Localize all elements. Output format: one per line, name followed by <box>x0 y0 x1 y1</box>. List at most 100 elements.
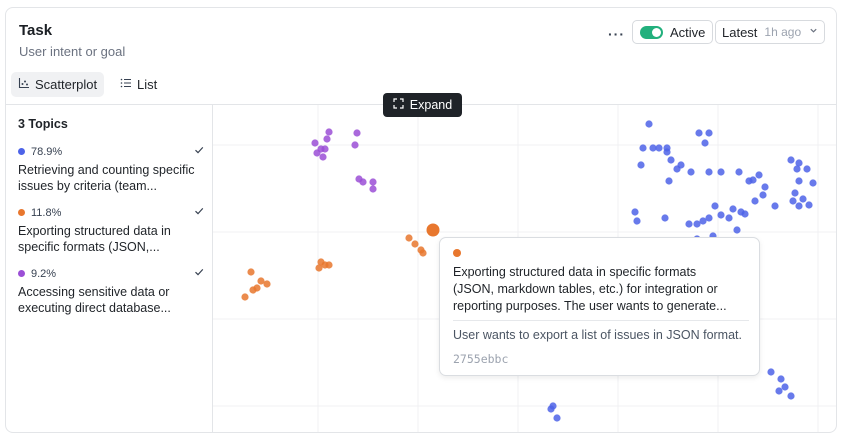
scatter-point[interactable] <box>767 368 775 376</box>
scatter-point[interactable] <box>547 405 555 413</box>
tab-scatterplot[interactable]: Scatterplot <box>11 72 105 97</box>
scatter-point[interactable] <box>803 165 811 173</box>
check-icon <box>194 267 204 280</box>
scatter-point[interactable] <box>325 261 333 269</box>
scatter-point[interactable] <box>631 208 639 216</box>
card-title: Task <box>19 22 53 39</box>
scatter-point[interactable] <box>805 201 813 209</box>
scatter-point[interactable] <box>677 161 685 169</box>
scatter-point[interactable] <box>789 197 797 205</box>
scatter-point[interactable] <box>809 179 817 187</box>
scatter-point[interactable] <box>411 240 419 248</box>
scatter-point[interactable] <box>639 144 647 152</box>
scatter-point[interactable] <box>241 293 249 301</box>
topic-percentage: 11.8% <box>31 206 62 219</box>
expand-button[interactable]: Expand <box>383 93 462 117</box>
scatter-point[interactable] <box>787 392 795 400</box>
topic-description-line: specific formats (JSON,... <box>18 240 160 254</box>
scatter-point[interactable] <box>369 185 377 193</box>
topic-description-line: executing direct database... <box>18 301 171 315</box>
scatter-point[interactable] <box>695 129 703 137</box>
scatter-point[interactable] <box>775 387 783 395</box>
card-subtitle: User intent or goal <box>19 44 126 59</box>
scatter-point[interactable] <box>323 135 331 143</box>
scatter-point[interactable] <box>735 168 743 176</box>
active-toggle-button[interactable]: Active <box>632 20 714 44</box>
topic-color-dot <box>18 148 25 155</box>
scatter-icon <box>18 77 30 92</box>
scatter-point[interactable] <box>717 168 725 176</box>
tab-list[interactable]: List <box>113 72 164 97</box>
scatter-point[interactable] <box>359 178 367 186</box>
topic-item[interactable]: 11.8% Exporting structured data in speci… <box>18 206 204 255</box>
scatter-point[interactable] <box>313 149 321 157</box>
scatter-point[interactable] <box>759 191 767 199</box>
scatter-point[interactable] <box>353 129 361 137</box>
scatter-point[interactable] <box>741 210 749 218</box>
scatter-point[interactable] <box>795 202 803 210</box>
scatter-point[interactable] <box>633 217 641 225</box>
scatter-point[interactable] <box>369 178 377 186</box>
scatter-point[interactable] <box>405 234 413 242</box>
tooltip-id: 2755ebbc <box>453 352 509 366</box>
scatter-point[interactable] <box>793 165 801 173</box>
scatter-point[interactable] <box>667 156 675 164</box>
topic-description-line: Accessing sensitive data or <box>18 285 170 299</box>
version-select[interactable]: Latest 1h ago <box>715 20 825 44</box>
highlighted-scatter-point[interactable] <box>426 223 440 237</box>
scatter-point[interactable] <box>685 220 693 228</box>
scatter-point[interactable] <box>705 168 713 176</box>
scatter-point[interactable] <box>717 211 725 219</box>
scatter-point[interactable] <box>733 226 741 234</box>
scatter-point[interactable] <box>705 129 713 137</box>
scatter-point[interactable] <box>777 375 785 383</box>
list-icon <box>120 77 132 92</box>
scatter-point[interactable] <box>761 183 769 191</box>
topic-percentage: 78.9% <box>31 145 63 158</box>
scatter-point[interactable] <box>249 286 257 294</box>
scatter-point[interactable] <box>661 214 669 222</box>
scatter-point[interactable] <box>247 268 255 276</box>
scatter-point[interactable] <box>791 189 799 197</box>
scatter-point[interactable] <box>645 120 653 128</box>
scatter-point[interactable] <box>799 195 807 203</box>
scatter-point[interactable] <box>755 171 763 179</box>
scatter-point[interactable] <box>321 145 329 153</box>
scatter-point[interactable] <box>729 205 737 213</box>
scatter-point[interactable] <box>419 249 427 257</box>
scatter-point[interactable] <box>325 128 333 136</box>
scatter-point[interactable] <box>637 161 645 169</box>
scatter-point[interactable] <box>351 141 359 149</box>
scatter-point[interactable] <box>725 214 733 222</box>
scatter-point[interactable] <box>263 280 271 288</box>
scatter-point[interactable] <box>745 177 753 185</box>
tooltip-color-dot <box>453 249 461 257</box>
scatter-point[interactable] <box>663 148 671 156</box>
topic-description-line: Retrieving and counting specific <box>18 163 195 177</box>
scatter-point[interactable] <box>711 202 719 210</box>
scatter-point[interactable] <box>701 139 709 147</box>
scatter-point[interactable] <box>655 144 663 152</box>
scatter-point[interactable] <box>553 414 561 422</box>
latest-time: 1h ago <box>764 25 802 39</box>
scatter-point[interactable] <box>795 177 803 185</box>
scatter-point[interactable] <box>781 383 789 391</box>
scatter-point[interactable] <box>319 153 327 161</box>
scatter-point[interactable] <box>751 197 759 205</box>
topic-color-dot <box>18 270 25 277</box>
scatter-point[interactable] <box>687 168 695 176</box>
scatter-point[interactable] <box>771 202 779 210</box>
topic-item[interactable]: 78.9% Retrieving and counting specific i… <box>18 145 204 194</box>
tooltip-description-line: Exporting structured data in specific fo… <box>453 265 697 279</box>
topics-sidebar: 3 Topics 78.9% Retrieving and counting s… <box>6 104 213 432</box>
topics-count-title: 3 Topics <box>18 117 68 131</box>
more-options-button[interactable]: ··· <box>608 26 625 42</box>
topic-color-dot <box>18 209 25 216</box>
check-icon <box>194 145 204 158</box>
scatter-point[interactable] <box>311 139 319 147</box>
scatter-point[interactable] <box>787 156 795 164</box>
scatter-point[interactable] <box>693 220 701 228</box>
toggle-switch-icon[interactable] <box>640 25 663 39</box>
scatter-point[interactable] <box>665 177 673 185</box>
topic-item[interactable]: 9.2% Accessing sensitive data or executi… <box>18 267 204 316</box>
